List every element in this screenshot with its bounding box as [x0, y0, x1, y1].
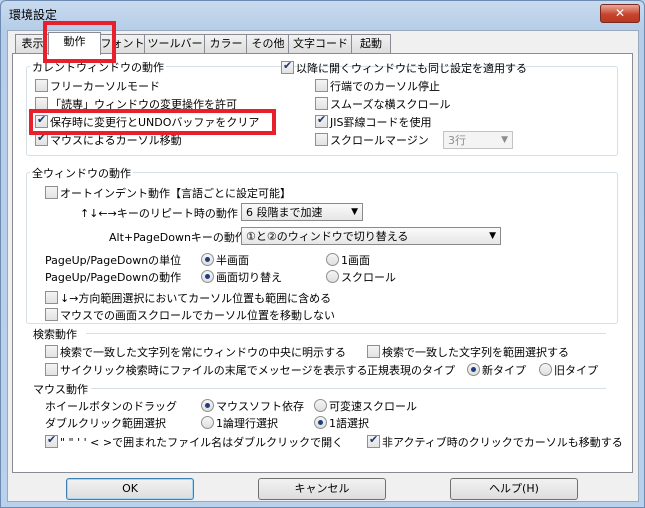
repeat-label: ↑↓←→キーのリピート時の動作: [80, 207, 238, 220]
jis-ruled-label: JIS罫線コードを使用: [330, 116, 432, 129]
auto-indent-checkbox[interactable]: [45, 186, 58, 199]
dblclick-range-label: ダブルクリック範囲選択: [45, 417, 166, 430]
search-separator: [86, 333, 606, 334]
apply-future-checkbox[interactable]: [281, 59, 294, 74]
search-group-title: 検索動作: [33, 328, 77, 341]
tab-startup[interactable]: 起動: [351, 34, 391, 54]
repeat-select[interactable]: 6 段階まで加速 ▼: [241, 203, 363, 221]
wheel-soft-radio[interactable]: [201, 399, 214, 412]
wheel-soft-label: マウスソフト依存: [216, 400, 304, 413]
cancel-button[interactable]: キャンセル: [258, 478, 386, 500]
search-range-checkbox[interactable]: [367, 345, 380, 358]
search-cyclic-label: サイクリック検索時にファイルの末尾でメッセージを表示する: [60, 364, 368, 377]
line-end-stop-checkbox[interactable]: [315, 79, 328, 92]
tab-other[interactable]: その他: [246, 34, 290, 54]
search-center-label: 検索で一致した文字列を常にウィンドウの中央に明示する: [60, 346, 346, 359]
page-action-switch-radio[interactable]: [201, 270, 214, 283]
altpgdn-value: ①と②のウィンドウで切り替える: [246, 230, 409, 243]
smooth-scroll-label: スムーズな横スクロール: [330, 98, 451, 111]
highlight-box: [29, 109, 276, 135]
help-button[interactable]: ヘルプ(H): [450, 478, 578, 500]
close-button[interactable]: ✕: [600, 4, 640, 23]
mouse-separator: [91, 388, 606, 389]
wheel-variable-radio[interactable]: [314, 399, 327, 412]
range-select-checkbox[interactable]: [45, 291, 58, 304]
regex-type-label: 正規表現のタイプ: [367, 364, 455, 377]
page-unit-full-label: 1画面: [341, 254, 370, 267]
free-cursor-label: フリーカーソルモード: [50, 80, 160, 93]
dbl-line-radio[interactable]: [201, 416, 214, 429]
dbl-word-radio[interactable]: [314, 416, 327, 429]
page-action-switch-label: 画面切り替え: [216, 271, 282, 284]
regex-old-label: 旧タイプ: [554, 364, 598, 377]
tab-encoding[interactable]: 文字コード: [288, 34, 353, 54]
dbl-open-label: " " ' ' < >で囲まれたファイル名はダブルクリックで開く: [60, 436, 344, 449]
altpgdn-select[interactable]: ①と②のウィンドウで切り替える ▼: [241, 227, 501, 245]
search-center-checkbox[interactable]: [45, 345, 58, 358]
all-windows-group-title: 全ウィンドウの動作: [30, 165, 133, 181]
range-select-label: ↓→方向範囲選択においてカーソル位置も範囲に含める: [60, 292, 332, 305]
scroll-margin-checkbox[interactable]: [315, 133, 328, 146]
smooth-scroll-checkbox[interactable]: [315, 97, 328, 110]
dbl-word-label: 1語選択: [329, 417, 369, 430]
page-action-scroll-label: スクロール: [341, 271, 396, 284]
mouse-scroll-checkbox[interactable]: [45, 308, 58, 321]
scroll-margin-value: 3行: [448, 134, 466, 147]
page-unit-half-label: 半画面: [216, 254, 249, 267]
tab-behavior[interactable]: 動作: [48, 32, 101, 55]
free-cursor-checkbox[interactable]: [35, 79, 48, 92]
jis-ruled-checkbox[interactable]: [315, 113, 328, 128]
scroll-margin-select[interactable]: 3行 ▼: [443, 131, 513, 149]
regex-new-label: 新タイプ: [482, 364, 526, 377]
page-unit-half-radio[interactable]: [201, 253, 214, 266]
tab-toolbar[interactable]: ツールバー: [144, 34, 206, 54]
dbl-open-checkbox[interactable]: [45, 433, 58, 448]
page-unit-label: PageUp/PageDownの単位: [45, 254, 182, 267]
chevron-down-icon: ▼: [501, 135, 508, 145]
search-range-label: 検索で一致した文字列を範囲選択する: [382, 346, 569, 359]
line-end-stop-label: 行端でのカーソル停止: [330, 80, 440, 93]
mouse-group-title: マウス動作: [33, 383, 88, 396]
page-action-label: PageUp/PageDownの動作: [45, 271, 182, 284]
altpgdn-label: Alt+PageDownキーの動作: [109, 231, 246, 244]
auto-indent-label: オートインデント動作【言語ごとに設定可能】: [60, 187, 291, 200]
page-unit-full-radio[interactable]: [326, 253, 339, 266]
tab-color[interactable]: カラー: [204, 34, 248, 54]
chevron-down-icon: ▼: [351, 207, 358, 217]
wheel-drag-label: ホイールボタンのドラッグ: [45, 400, 177, 413]
inactive-click-label: 非アクティブ時のクリックでカーソルも移動する: [382, 436, 623, 449]
regex-new-radio[interactable]: [467, 363, 480, 376]
page-action-scroll-radio[interactable]: [326, 270, 339, 283]
regex-old-radio[interactable]: [539, 363, 552, 376]
mouse-scroll-label: マウスでの画面スクロールでカーソル位置を移動しない: [60, 309, 335, 322]
chevron-down-icon: ▼: [489, 231, 496, 241]
repeat-value: 6 段階まで加速: [246, 206, 323, 219]
wheel-variable-label: 可変速スクロール: [329, 400, 417, 413]
scroll-margin-label: スクロールマージン: [330, 134, 429, 147]
inactive-click-checkbox[interactable]: [367, 433, 380, 448]
search-cyclic-checkbox[interactable]: [45, 363, 58, 376]
dbl-line-label: 1論理行選択: [216, 417, 278, 430]
apply-future-label: 以降に開くウィンドウにも同じ設定を適用する: [296, 62, 527, 75]
ok-button[interactable]: OK: [66, 478, 194, 500]
